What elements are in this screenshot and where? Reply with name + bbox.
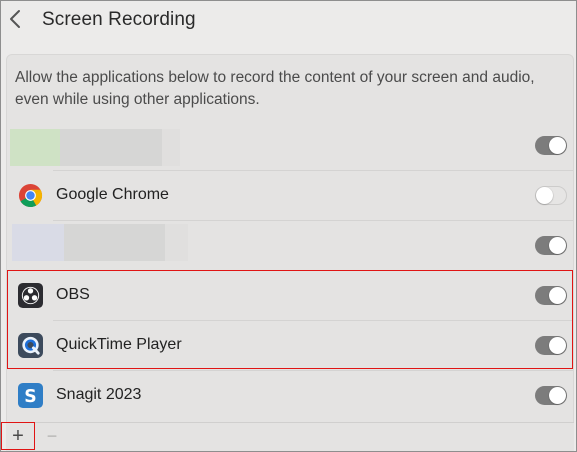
list-item-snagit-2023: S Snagit 2023 — [7, 371, 573, 421]
chevron-left-icon — [9, 9, 21, 34]
toggle-switch[interactable] — [535, 136, 567, 155]
snagit-icon: S — [18, 383, 43, 408]
redacted-block — [10, 129, 60, 166]
svg-text:S: S — [24, 387, 36, 407]
toggle-switch[interactable] — [535, 336, 567, 355]
toggle-knob — [536, 187, 553, 204]
description-text: Allow the applications below to record t… — [15, 69, 535, 108]
screen-recording-window: Screen Recording Allow the applications … — [0, 0, 577, 452]
list-item-redacted-1 — [7, 121, 573, 171]
app-name: Snagit 2023 — [56, 386, 142, 403]
app-name: Google Chrome — [56, 186, 169, 203]
page-title: Screen Recording — [42, 9, 196, 30]
toggle-knob — [549, 137, 566, 154]
toggle-switch[interactable] — [535, 236, 567, 255]
list-item-quicktime-player: QuickTime Player — [7, 321, 573, 371]
add-app-button[interactable]: + — [1, 422, 35, 450]
toggle-knob — [549, 387, 566, 404]
header: Screen Recording — [1, 1, 576, 41]
redacted-block — [12, 224, 64, 261]
list-item-redacted-2 — [7, 221, 573, 271]
back-button[interactable] — [5, 9, 25, 33]
obs-icon — [18, 283, 43, 308]
toggle-switch[interactable] — [535, 286, 567, 305]
toggle-knob — [549, 337, 566, 354]
toggle-switch[interactable] — [535, 386, 567, 405]
redacted-block — [64, 224, 165, 261]
chrome-icon — [18, 183, 43, 208]
list-item-google-chrome: Google Chrome — [7, 171, 573, 221]
redacted-block — [162, 129, 180, 166]
toggle-knob — [549, 237, 566, 254]
toggle-knob — [549, 287, 566, 304]
remove-app-button[interactable]: − — [41, 422, 63, 450]
app-name: QuickTime Player — [56, 336, 182, 353]
app-name: OBS — [56, 286, 90, 303]
toggle-switch[interactable] — [535, 186, 567, 205]
redacted-block — [60, 129, 162, 166]
quicktime-icon — [18, 333, 43, 358]
bottom-toolbar — [6, 422, 574, 451]
redacted-block — [165, 224, 188, 261]
list-item-obs: OBS — [7, 271, 573, 321]
